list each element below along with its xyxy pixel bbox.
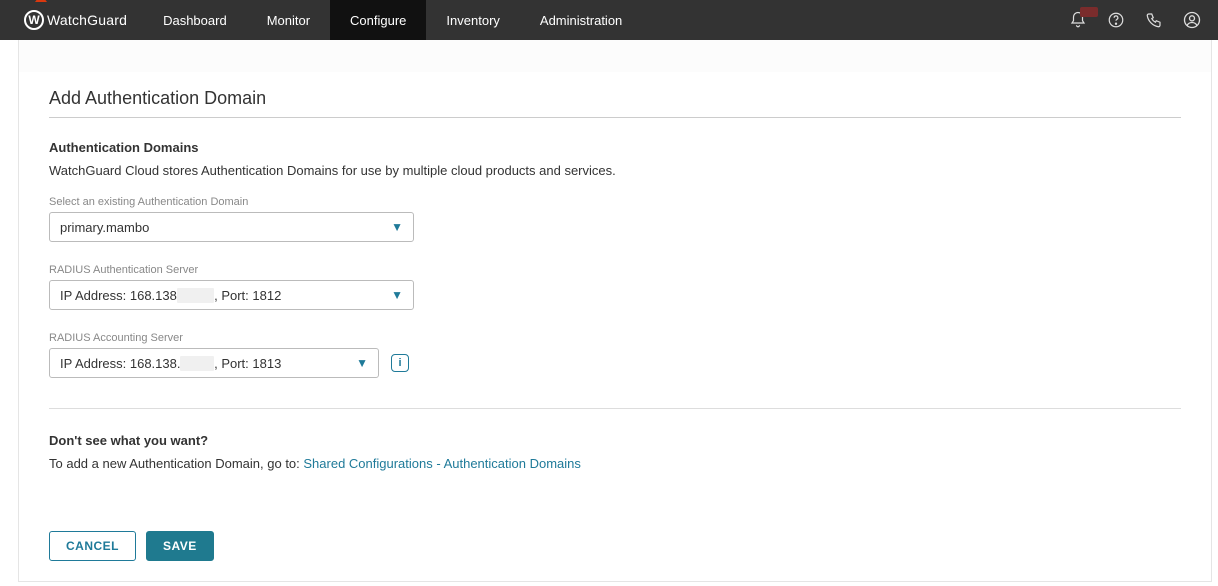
divider	[49, 408, 1181, 409]
page-content: Add Authentication Domain Authentication…	[19, 72, 1211, 561]
select-radius-auth-value: IP Address: 168.138.xx.xx, Port: 1812	[60, 288, 281, 303]
save-button[interactable]: SAVE	[146, 531, 214, 561]
nav-items: Dashboard Monitor Configure Inventory Ad…	[143, 0, 642, 40]
chevron-down-icon: ▼	[391, 220, 403, 234]
nav-administration[interactable]: Administration	[520, 0, 642, 40]
top-spacer	[19, 40, 1211, 72]
account-icon[interactable]	[1182, 10, 1202, 30]
top-nav-right	[1068, 10, 1202, 30]
section-description: WatchGuard Cloud stores Authentication D…	[49, 163, 1181, 178]
notifications-icon[interactable]	[1068, 10, 1088, 30]
top-nav-bar: W WatchGuard Dashboard Monitor Configure…	[0, 0, 1218, 40]
section-heading-auth-domains: Authentication Domains	[49, 140, 1181, 155]
help-text: To add a new Authentication Domain, go t…	[49, 456, 1181, 471]
page-container: Add Authentication Domain Authentication…	[18, 40, 1212, 582]
brand-name: WatchGuard	[47, 12, 127, 28]
select-existing-domain-value: primary.mambo	[60, 220, 149, 235]
nav-inventory[interactable]: Inventory	[426, 0, 519, 40]
nav-monitor[interactable]: Monitor	[247, 0, 330, 40]
select-existing-domain[interactable]: primary.mambo ▼	[49, 212, 414, 242]
logo-circle-icon: W	[24, 10, 44, 30]
cancel-button[interactable]: CANCEL	[49, 531, 136, 561]
help-heading: Don't see what you want?	[49, 433, 1181, 448]
info-icon[interactable]: i	[391, 354, 409, 372]
button-row: CANCEL SAVE	[49, 531, 1181, 561]
help-lead: To add a new Authentication Domain, go t…	[49, 456, 303, 471]
logo-triangle-icon	[35, 0, 47, 2]
select-radius-auth-server[interactable]: IP Address: 168.138.xx.xx, Port: 1812 ▼	[49, 280, 414, 310]
label-radius-acct: RADIUS Accounting Server	[49, 332, 1181, 344]
help-icon[interactable]	[1106, 10, 1126, 30]
label-existing-domain: Select an existing Authentication Domain	[49, 196, 1181, 208]
select-radius-acct-value: IP Address: 168.138.xx.xx, Port: 1813	[60, 356, 281, 371]
page-title: Add Authentication Domain	[49, 88, 1181, 118]
nav-dashboard[interactable]: Dashboard	[143, 0, 247, 40]
chevron-down-icon: ▼	[356, 356, 368, 370]
link-shared-configs[interactable]: Shared Configurations - Authentication D…	[303, 456, 581, 471]
top-nav-left: W WatchGuard Dashboard Monitor Configure…	[0, 0, 642, 40]
label-radius-auth: RADIUS Authentication Server	[49, 264, 1181, 276]
nav-configure[interactable]: Configure	[330, 0, 426, 40]
phone-icon[interactable]	[1144, 10, 1164, 30]
select-radius-acct-server[interactable]: IP Address: 168.138.xx.xx, Port: 1813 ▼	[49, 348, 379, 378]
radius-acct-row: IP Address: 168.138.xx.xx, Port: 1813 ▼ …	[49, 348, 1181, 400]
brand-logo[interactable]: W WatchGuard	[0, 0, 143, 40]
chevron-down-icon: ▼	[391, 288, 403, 302]
